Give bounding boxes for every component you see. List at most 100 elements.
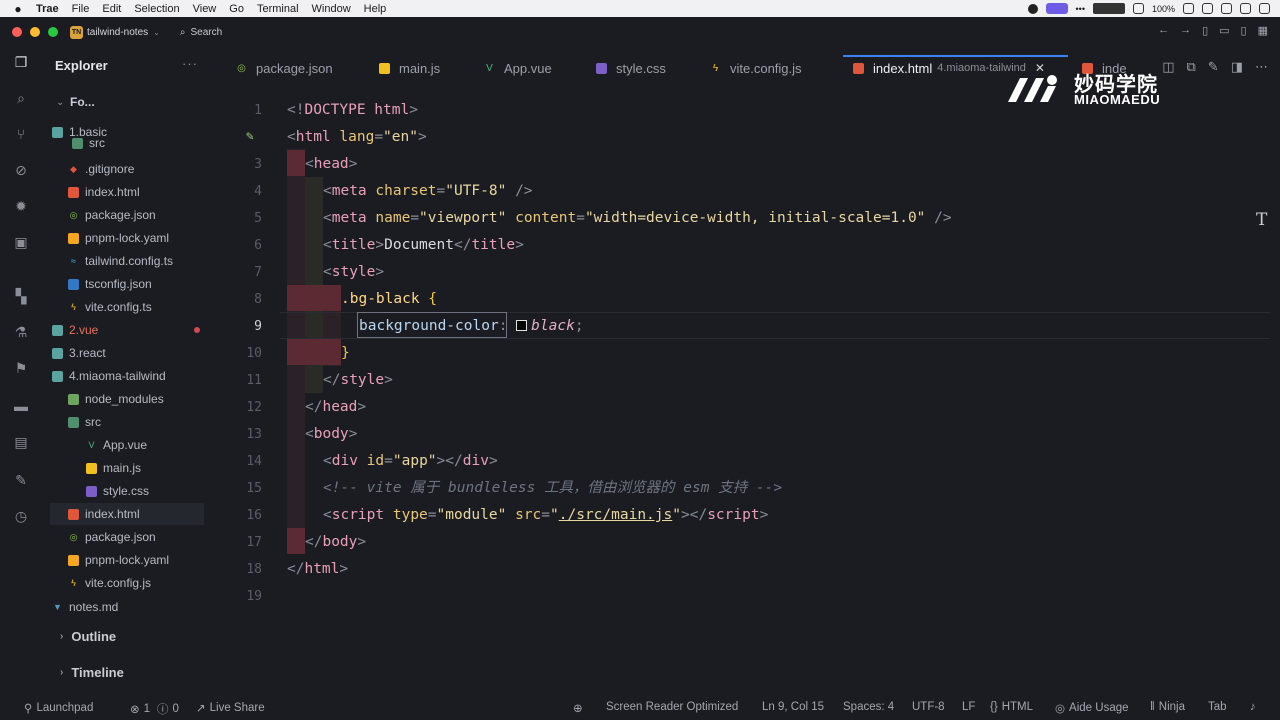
minimize-window-button[interactable] [30, 27, 40, 37]
menu-edit[interactable]: Edit [102, 3, 121, 15]
indentation[interactable]: Spaces: 4 [843, 701, 894, 713]
code-line-11: 11 </style> [220, 367, 1280, 394]
tree-file-tsconfig[interactable]: tsconfig.json [68, 273, 230, 295]
color-swatch-icon[interactable] [516, 320, 528, 331]
forward-arrow-icon[interactable]: → [1180, 24, 1191, 37]
encoding[interactable]: UTF-8 [912, 701, 945, 713]
code-editor[interactable]: ✎ 1 <!DOCTYPE html> 2 <html lang="en"> 3… [220, 96, 1280, 696]
screen-reader-mode[interactable]: Screen Reader Optimized [606, 701, 738, 713]
tree-folder-src-2[interactable]: src [68, 411, 230, 433]
close-window-button[interactable] [12, 27, 22, 37]
zoom-icon[interactable]: ⊕ [573, 701, 583, 715]
end-of-line[interactable]: LF [962, 701, 975, 713]
menu-terminal[interactable]: Terminal [257, 3, 299, 15]
tab-vite-config-js[interactable]: ϟ vite.config.js [710, 55, 802, 81]
tab-app-vue[interactable]: V App.vue [484, 55, 552, 81]
toggle-secondary-sidebar-icon[interactable]: ▯ [1241, 24, 1247, 37]
notifications-icon[interactable]: ♪ [1250, 701, 1256, 713]
tree-file-index-html[interactable]: index.html [68, 181, 230, 203]
menu-window[interactable]: Window [312, 3, 351, 15]
tab-main-js[interactable]: main.js [379, 55, 440, 81]
search-icon[interactable]: ⌕ [12, 89, 30, 107]
source-control-icon[interactable]: ⑂ [12, 125, 30, 143]
edit-pencil-icon[interactable]: ✎ [1208, 59, 1219, 75]
tree-file-pnpm-lock[interactable]: pnpm-lock.yaml [68, 227, 230, 249]
language-mode[interactable]: {} HTML [990, 701, 1033, 713]
project-switcher[interactable]: TN tailwind-notes ⌄ [70, 25, 160, 39]
testing-icon[interactable]: ⚗ [12, 323, 30, 341]
tok: > [417, 129, 427, 145]
live-share-button[interactable]: ↗ Live Share [196, 701, 265, 715]
edit-icon[interactable]: ✎ [12, 471, 30, 489]
files-icon[interactable]: ❐ [12, 53, 30, 71]
run-debug-icon[interactable]: ⊘ [12, 161, 30, 179]
tree-file-vite-config-ts[interactable]: ϟ vite.config.ts [68, 296, 230, 318]
split-editor-icon[interactable]: ◨ [1231, 59, 1243, 75]
tree-folder-src[interactable]: src [72, 136, 234, 150]
tree-folder-4-miaoma[interactable]: 4.miaoma-tailwind [52, 365, 214, 387]
timeline-icon[interactable]: ◷ [12, 507, 30, 525]
tree-file-tailwind-config[interactable]: ≈ tailwind.config.ts [68, 250, 230, 272]
toggle-panel-icon[interactable]: ▭ [1219, 24, 1229, 37]
tree-file-package-json[interactable]: ◎ package.json [68, 204, 230, 226]
tree-folder-root[interactable]: ⌄ Fo... [56, 91, 218, 113]
line-number: 2 [220, 124, 262, 151]
more-actions-icon[interactable]: ⋯ [1255, 59, 1268, 75]
cursor-position[interactable]: Ln 9, Col 15 [762, 701, 824, 713]
tab-style-css[interactable]: style.css [596, 55, 666, 81]
wifi-icon[interactable] [1202, 3, 1213, 14]
more-actions-icon[interactable]: ··· [182, 56, 198, 71]
screen-share-icon[interactable] [1045, 3, 1068, 14]
back-arrow-icon[interactable]: ← [1158, 24, 1169, 37]
bookmark-icon[interactable]: ⚑ [12, 359, 30, 377]
extensions-icon[interactable]: ▚ [12, 287, 30, 305]
aide-usage[interactable]: ◎ Aide Usage [1055, 701, 1129, 715]
menu-help[interactable]: Help [364, 3, 387, 15]
menu-app[interactable]: Trae [36, 3, 59, 15]
problems-button[interactable]: ⊗ 1 ⓘ 0 [130, 701, 179, 717]
tree-file-vite-config-js[interactable]: ϟ vite.config.js [68, 572, 230, 594]
tree-file-index-html-selected[interactable]: index.html [50, 503, 204, 525]
outline-section[interactable]: › Outline [60, 629, 116, 644]
battery-icon[interactable] [1183, 3, 1194, 14]
tab-package-json[interactable]: ◎ package.json [236, 55, 333, 81]
tok: > [357, 399, 367, 415]
apple-icon[interactable]: ● [12, 2, 24, 16]
more-icon[interactable]: ••• [1076, 4, 1085, 14]
tree-file-gitignore[interactable]: ◆ .gitignore [68, 158, 230, 180]
tree-folder-3-react[interactable]: 3.react [52, 342, 214, 364]
tok: > [375, 264, 385, 280]
search-spotlight-icon[interactable] [1221, 3, 1232, 14]
tree-file-notes-md[interactable]: ▼ notes.md [52, 596, 214, 618]
preview-icon[interactable]: ⧉ [1187, 59, 1196, 75]
menu-selection[interactable]: Selection [134, 3, 179, 15]
launchpad-button[interactable]: ⚲ Launchpad [24, 701, 93, 715]
tree-file-package-json-2[interactable]: ◎ package.json [68, 526, 230, 548]
siri-icon[interactable] [1259, 3, 1270, 14]
tab-label: App.vue [504, 60, 552, 76]
folder-icon[interactable]: ▬ [12, 397, 30, 415]
remote-explorer-icon[interactable]: ▣ [12, 233, 30, 251]
tree-file-pnpm-lock-2[interactable]: pnpm-lock.yaml [68, 549, 230, 571]
layout-icon[interactable]: ▦ [1258, 24, 1268, 37]
timeline-section[interactable]: › Timeline [60, 665, 124, 680]
bug-icon[interactable]: ✹ [12, 197, 30, 215]
record-icon[interactable] [1027, 3, 1038, 14]
code-line-15: 15 <!-- vite 属于 bundleless 工具，借由浏览器的 esm… [220, 475, 1280, 502]
monitor-icon[interactable] [1132, 3, 1144, 14]
src-path-link[interactable]: ./src/main.js [559, 507, 673, 523]
line-number: 6 [254, 238, 262, 253]
database-icon[interactable]: ▤ [12, 433, 30, 451]
tok: > [375, 237, 385, 253]
command-search[interactable]: ⌕ Search [180, 27, 222, 38]
menu-view[interactable]: View [193, 3, 217, 15]
ninja-mode[interactable]: ‖ Ninja [1150, 701, 1185, 713]
menu-file[interactable]: File [72, 3, 90, 15]
tab-mode[interactable]: Tab [1208, 701, 1227, 713]
tree-folder-2-vue[interactable]: 2.vue [52, 319, 214, 341]
zoom-window-button[interactable] [48, 27, 58, 37]
menu-go[interactable]: Go [229, 3, 244, 15]
toggle-sidebar-icon[interactable]: ▯ [1202, 24, 1208, 37]
tree-folder-node-modules[interactable]: node_modules [68, 388, 230, 410]
control-center-icon[interactable] [1240, 3, 1251, 14]
